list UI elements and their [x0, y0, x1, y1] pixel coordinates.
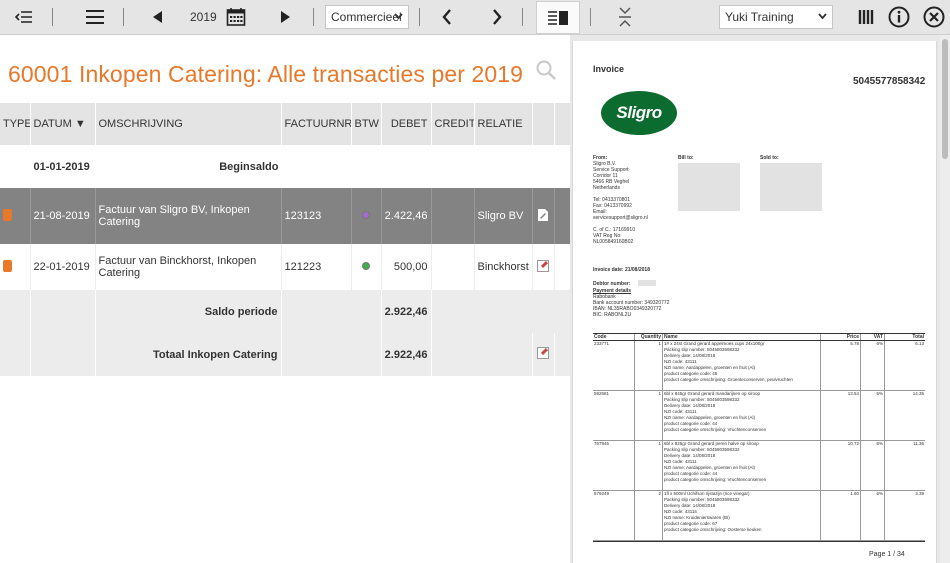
toolbar: 2019 Commercieel Yuki Training [0, 0, 950, 35]
invoice-title: Invoice [593, 64, 625, 74]
row-description: Factuur van Binckhorst, Inkopen Catering [95, 244, 282, 290]
total-label: Totaal Inkopen Catering [95, 333, 282, 376]
company-select[interactable]: Yuki Training [719, 5, 833, 29]
invoice-number: 5045577858342 [853, 76, 926, 87]
row-description: Factuur van Sligro BV, Inkopen Catering [95, 188, 282, 244]
row-debet: 2.422,46 [381, 188, 432, 244]
transactions-pane: 60001 Inkopen Catering: Alle transacties… [0, 35, 571, 563]
row-debet: 500,00 [381, 244, 432, 290]
invoice-text-line: NL005849160B02 [593, 239, 634, 245]
total-row: Totaal Inkopen Catering 2.922,46 [0, 333, 571, 376]
period-balance-debet: 2.922,46 [381, 290, 432, 333]
debtor-number: Debtor number: [593, 281, 631, 287]
column-header-action [532, 103, 555, 145]
previous-icon[interactable] [435, 5, 459, 29]
column-header-type[interactable]: TYPE [0, 103, 31, 145]
open-document-icon[interactable] [537, 208, 549, 222]
collapse-menu-icon[interactable] [12, 5, 36, 29]
row-date: 21-08-2019 [30, 188, 96, 244]
next-icon[interactable] [485, 5, 509, 29]
collapse-rows-icon[interactable] [613, 5, 637, 29]
vat-status-dot [362, 211, 370, 219]
toolbar-divider [123, 8, 124, 26]
total-debet: 2.922,46 [381, 333, 432, 376]
hamburger-menu-icon[interactable] [83, 5, 107, 29]
row-credit [431, 244, 475, 290]
table-row[interactable]: 21-08-2019 Factuur van Sligro BV, Inkope… [0, 188, 571, 244]
column-header-invoice[interactable]: FACTUURNR. [281, 103, 352, 145]
toolbar-divider [590, 8, 591, 26]
toolbar-divider [419, 8, 420, 26]
edit-icon[interactable] [537, 347, 549, 359]
columns-icon[interactable] [855, 5, 879, 29]
split-view-icon[interactable] [536, 1, 580, 34]
column-header-credit[interactable]: CREDIT [431, 103, 475, 145]
invoice-page: Invoice 5045577858342 Sligro From: Sligr… [572, 41, 937, 563]
invoice-date: Invoice date: 21/08/2018 [593, 267, 650, 273]
toolbar-divider [52, 8, 53, 26]
column-header-debet[interactable]: DEBET [381, 103, 432, 145]
period-balance-label: Saldo periode [95, 290, 282, 333]
bill-to-redacted [678, 163, 740, 211]
row-invoice: 121223 [281, 244, 352, 290]
ledger-select[interactable]: Commercieel [325, 5, 409, 29]
table-row[interactable]: 22-01-2019 Factuur van Binckhorst, Inkop… [0, 244, 571, 290]
column-header-description[interactable]: OMSCHRIJVING [95, 103, 282, 145]
opening-date: 01-01-2019 [30, 145, 96, 188]
vat-status-dot [362, 262, 370, 270]
close-icon[interactable] [922, 5, 946, 29]
column-header-btw[interactable]: BTW [351, 103, 382, 145]
table-header: TYPE DATUM ▼ OMSCHRIJVING FACTUURNR. BTW… [0, 103, 571, 145]
opening-balance-row: 01-01-2019 Beginsaldo [0, 145, 571, 188]
purchase-invoice-icon [3, 208, 12, 221]
invoice-item-row: 592581 1 6bl x 845gr Grand gerard mandarij… [593, 391, 925, 441]
company-select-value: Yuki Training [725, 10, 794, 24]
opening-label: Beginsaldo [95, 145, 282, 188]
next-year-icon[interactable] [274, 5, 298, 29]
invoice-item-row: 233771 1 1# x 24st Grand gerard appelmoes … [593, 341, 925, 391]
calendar-icon[interactable] [224, 5, 248, 29]
edit-icon[interactable] [537, 259, 549, 272]
scrollbar[interactable] [940, 35, 950, 563]
invoice-text-line: servicesupport@sligro.nl [593, 215, 648, 221]
invoice-items-table: Code Quantity Name Price VAT Total 23377… [593, 333, 925, 542]
sligro-logo: Sligro [601, 91, 677, 135]
invoice-text-line: BIC: RABONL2U [593, 312, 632, 318]
row-relation[interactable]: Sligro BV [474, 188, 533, 244]
bill-to-label: Bill to: [678, 155, 694, 161]
previous-year-icon[interactable] [145, 5, 169, 29]
row-credit [431, 188, 475, 244]
purchase-invoice-icon [3, 259, 12, 272]
info-icon[interactable] [887, 5, 911, 29]
from-block: From: Sligro B.V. Service Support Corridor… [593, 155, 648, 245]
page-title: 60001 Inkopen Catering: Alle transacties… [8, 61, 524, 87]
invoice-item-row: 767945 1 6bl x 825gr Grand gerard peren ha… [593, 441, 925, 491]
document-viewer: Invoice 5045577858342 Sligro From: Sligr… [570, 35, 950, 563]
row-date: 22-01-2019 [30, 244, 96, 290]
chevron-down-icon [818, 13, 827, 20]
transactions-table: TYPE DATUM ▼ OMSCHRIJVING FACTUURNR. BTW… [0, 103, 571, 376]
scrollbar-thumb[interactable] [942, 39, 948, 159]
chevron-down-icon [394, 13, 403, 20]
column-header-relation[interactable]: RELATIE [474, 103, 533, 145]
row-relation[interactable]: Binckhorst [474, 244, 533, 290]
year-label: 2019 [190, 10, 217, 24]
toolbar-divider [522, 8, 523, 26]
row-invoice: 123123 [281, 188, 352, 244]
invoice-item-row: 679249 2 1fl x 500ml Uchifson rijstazijn (… [593, 491, 925, 541]
payment-details: Payment details Rabobank Bank account num… [593, 288, 670, 318]
toolbar-divider [313, 8, 314, 26]
debtor-redacted [638, 280, 656, 286]
search-icon[interactable] [535, 59, 557, 81]
ledger-select-value: Commercieel [331, 10, 402, 24]
period-balance-row: Saldo periode 2.922,46 [0, 290, 571, 333]
page-indicator: Page 1 / 34 [869, 551, 905, 558]
invoice-table-header: Code Quantity Name Price VAT Total [593, 334, 925, 341]
column-header-extra [554, 103, 571, 145]
sold-to-label: Sold to: [760, 155, 779, 161]
sold-to-redacted [760, 163, 822, 211]
column-header-date[interactable]: DATUM ▼ [30, 103, 96, 145]
